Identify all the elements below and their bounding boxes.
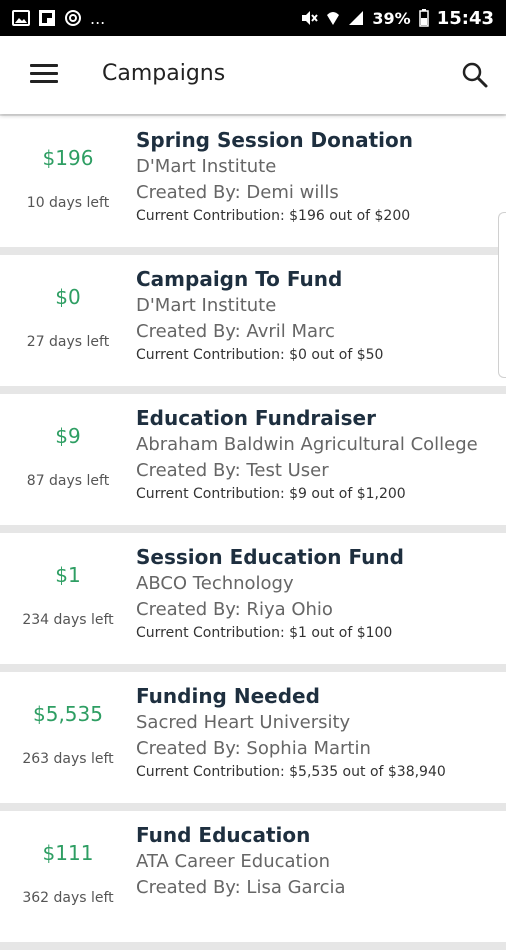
campaign-summary: $5,535 263 days left bbox=[0, 672, 136, 803]
campaign-summary: $111 362 days left bbox=[0, 811, 136, 942]
wifi-icon bbox=[326, 9, 340, 27]
campaign-card[interactable]: $1 234 days left Session Education Fund … bbox=[0, 533, 506, 664]
campaign-details: Funding Needed Sacred Heart University C… bbox=[136, 684, 496, 780]
campaign-days-left: 27 days left bbox=[26, 334, 110, 350]
hamburger-menu-icon[interactable] bbox=[30, 64, 58, 86]
campaign-organization: ABCO Technology bbox=[136, 573, 294, 594]
scroll-indicator[interactable] bbox=[498, 212, 506, 378]
signal-icon bbox=[348, 10, 364, 26]
campaign-card[interactable]: $0 27 days left Campaign To Fund D'Mart … bbox=[0, 255, 506, 386]
campaign-days-left: 263 days left bbox=[22, 751, 114, 767]
page-title: Campaigns bbox=[102, 61, 226, 86]
campaign-contribution: Current Contribution: $0 out of $50 bbox=[136, 347, 384, 363]
campaign-contribution: Current Contribution: $9 out of $1,200 bbox=[136, 486, 406, 502]
campaign-days-left: 234 days left bbox=[22, 612, 114, 628]
campaign-title: Education Fundraiser bbox=[136, 406, 376, 430]
campaign-organization: ATA Career Education bbox=[136, 851, 331, 872]
campaign-organization: D'Mart Institute bbox=[136, 295, 277, 316]
campaign-summary: $0 27 days left bbox=[0, 255, 136, 386]
campaign-creator: Created By: Riya Ohio bbox=[136, 599, 333, 620]
campaign-card[interactable]: $9 87 days left Education Fundraiser Abr… bbox=[0, 394, 506, 525]
campaign-organization: Sacred Heart University bbox=[136, 712, 351, 733]
campaign-creator: Created By: Lisa Garcia bbox=[136, 877, 346, 898]
campaign-creator: Created By: Test User bbox=[136, 460, 329, 481]
campaign-summary: $9 87 days left bbox=[0, 394, 136, 525]
more-notifications-indicator: ... bbox=[90, 8, 106, 28]
campaign-title: Funding Needed bbox=[136, 684, 320, 708]
clock: 15:43 bbox=[436, 7, 494, 29]
campaign-details: Session Education Fund ABCO Technology C… bbox=[136, 545, 496, 641]
status-bar: ... 39% 15:43 bbox=[0, 0, 506, 36]
campaign-creator: Created By: Sophia Martin bbox=[136, 738, 371, 759]
gallery-icon bbox=[12, 10, 30, 26]
status-bar-left: ... bbox=[12, 9, 105, 28]
campaign-days-left: 87 days left bbox=[26, 473, 110, 489]
campaign-creator: Created By: Demi wills bbox=[136, 182, 339, 203]
campaign-title: Spring Session Donation bbox=[136, 128, 414, 152]
campaign-organization: Abraham Baldwin Agricultural College bbox=[136, 434, 478, 455]
campaign-days-left: 10 days left bbox=[26, 195, 110, 211]
campaign-title: Campaign To Fund bbox=[136, 267, 343, 291]
campaign-days-left: 362 days left bbox=[22, 890, 114, 906]
flipboard-icon bbox=[38, 9, 56, 27]
campaign-summary: $1 234 days left bbox=[0, 533, 136, 664]
status-bar-right: 39% 15:43 bbox=[300, 8, 494, 29]
campaign-amount: $0 bbox=[55, 285, 81, 309]
mute-icon bbox=[300, 9, 319, 27]
campaign-details: Fund Education ATA Career Education Crea… bbox=[136, 823, 496, 903]
campaign-details: Education Fundraiser Abraham Baldwin Agr… bbox=[136, 406, 496, 502]
battery-icon bbox=[418, 9, 429, 27]
circular-app-icon bbox=[64, 9, 82, 27]
campaign-contribution: Current Contribution: $5,535 out of $38,… bbox=[136, 764, 446, 780]
campaign-title: Fund Education bbox=[136, 823, 311, 847]
campaign-amount: $196 bbox=[42, 146, 94, 170]
campaign-amount: $111 bbox=[42, 841, 94, 865]
battery-percentage: 39% bbox=[372, 8, 411, 28]
campaign-details: Campaign To Fund D'Mart Institute Create… bbox=[136, 267, 496, 363]
campaign-amount: $9 bbox=[55, 424, 81, 448]
campaign-title: Session Education Fund bbox=[136, 545, 404, 569]
campaign-contribution: Current Contribution: $1 out of $100 bbox=[136, 625, 393, 641]
campaign-organization: D'Mart Institute bbox=[136, 156, 277, 177]
campaign-card[interactable]: $5,535 263 days left Funding Needed Sacr… bbox=[0, 672, 506, 803]
campaign-details: Spring Session Donation D'Mart Institute… bbox=[136, 128, 496, 224]
campaign-creator: Created By: Avril Marc bbox=[136, 321, 335, 342]
campaign-summary: $196 10 days left bbox=[0, 116, 136, 247]
campaign-list: $196 10 days left Spring Session Donatio… bbox=[0, 116, 506, 950]
search-icon[interactable] bbox=[460, 60, 490, 90]
campaign-card[interactable]: $196 10 days left Spring Session Donatio… bbox=[0, 116, 506, 247]
app-bar: Campaigns bbox=[0, 36, 506, 114]
campaign-amount: $5,535 bbox=[33, 702, 103, 726]
campaign-contribution: Current Contribution: $196 out of $200 bbox=[136, 208, 411, 224]
campaign-amount: $1 bbox=[55, 563, 81, 587]
campaign-card[interactable]: $111 362 days left Fund Education ATA Ca… bbox=[0, 811, 506, 942]
